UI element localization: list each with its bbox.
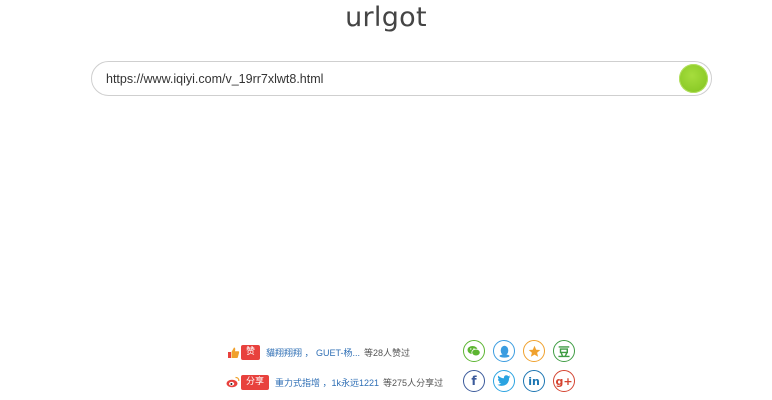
app-title: urlgot	[345, 2, 427, 33]
douban-icon[interactable]: 豆	[553, 340, 575, 362]
share-pill[interactable]: 分享	[241, 374, 270, 390]
go-button[interactable]	[679, 64, 708, 93]
linkedin-icon[interactable]: in	[523, 370, 545, 392]
wechat-icon[interactable]	[463, 340, 485, 362]
thumbs-up-icon	[226, 345, 240, 359]
url-search-bar	[91, 61, 712, 96]
qq-icon[interactable]	[493, 340, 515, 362]
url-input[interactable]	[106, 67, 666, 91]
like-user-names[interactable]: 貓翔翔翔 ， GUET-杨...	[266, 346, 360, 359]
share-count: 等275人分享过	[383, 377, 444, 388]
share-row: 分享 重力式指增 ，1k永远1221 等275人分享过	[226, 372, 443, 392]
share-user-names[interactable]: 重力式指增 ，1k永远1221	[275, 376, 379, 389]
qzone-star-icon[interactable]	[523, 340, 545, 362]
google-plus-icon[interactable]: g+	[553, 370, 575, 392]
like-row: 赞 貓翔翔翔 ， GUET-杨... 等28人赞过	[226, 342, 410, 362]
weibo-icon	[226, 375, 240, 389]
facebook-icon[interactable]: f	[463, 370, 485, 392]
like-pill[interactable]: 赞	[241, 344, 261, 360]
like-count: 等28人赞过	[364, 347, 411, 358]
twitter-icon[interactable]	[493, 370, 515, 392]
